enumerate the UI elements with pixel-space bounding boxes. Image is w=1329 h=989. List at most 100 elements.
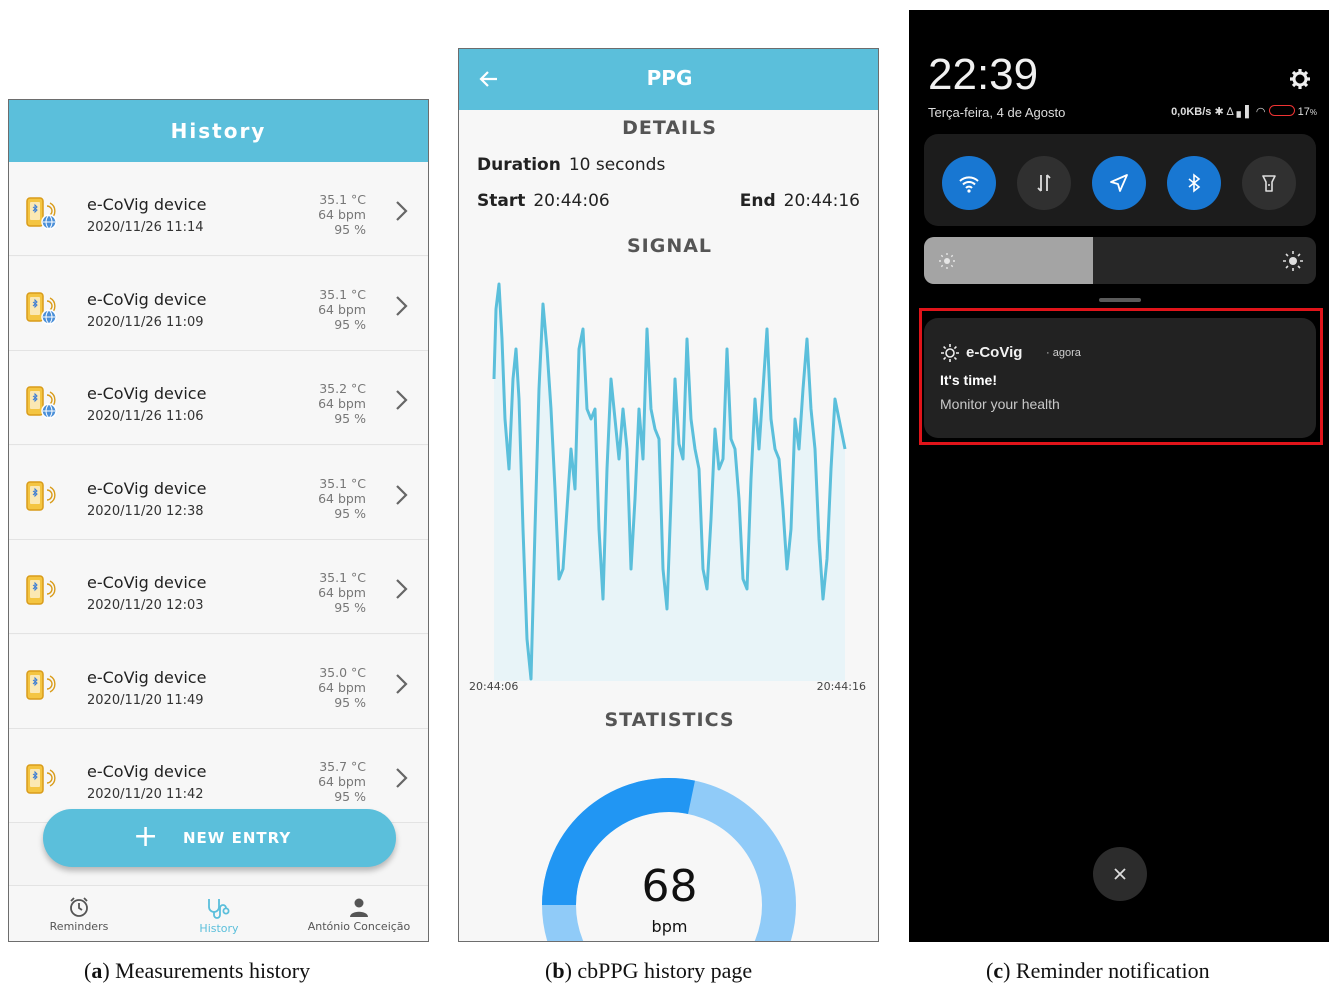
battery-level: 17 <box>1297 106 1310 118</box>
location-arrow-icon <box>1110 174 1128 192</box>
caption-b: (b) cbPPG history page <box>545 958 753 983</box>
entry-temperature: 35.2 °C <box>319 381 366 396</box>
entry-device-name: e-CoVig device <box>87 384 207 403</box>
chevron-right-icon <box>396 201 408 221</box>
device-icon <box>26 764 56 794</box>
entry-temperature: 35.7 °C <box>319 759 366 774</box>
chevron-right-icon <box>396 673 408 694</box>
entry-heart-rate: 64 bpm <box>318 774 366 789</box>
stethoscope-icon <box>208 899 230 919</box>
network-speed: 0,0KB/s <box>1171 106 1212 118</box>
start-value: 20:44:06 <box>533 191 610 211</box>
clear-notifications-button[interactable] <box>1093 847 1147 901</box>
mute-bell-icon: ∆ <box>1226 106 1234 118</box>
device-globe-icon <box>26 386 57 419</box>
settings-gear-icon[interactable] <box>1289 68 1311 90</box>
wifi-toggle[interactable] <box>942 156 996 210</box>
entry-values: 35.7 °C 64 bpm 95 % <box>318 759 366 804</box>
entry-heart-rate: 64 bpm <box>318 679 366 695</box>
entry-heart-rate: 64 bpm <box>318 396 366 411</box>
device-globe-icon <box>26 197 57 230</box>
nav-profile[interactable]: António Conceição <box>299 886 419 941</box>
wifi-icon <box>959 176 979 193</box>
end-label: End <box>739 191 776 211</box>
clock: 22:39 <box>928 50 1039 99</box>
nav-history-label: History <box>199 922 239 935</box>
nav-profile-label: António Conceição <box>307 920 411 933</box>
entry-device-name: e-CoVig device <box>87 195 207 214</box>
ppg-screen: PPG DETAILS Duration 10 seconds Start 20:4… <box>458 48 879 942</box>
entry-spo2: 95 % <box>334 505 366 521</box>
brightness-low-icon <box>939 253 955 269</box>
entry-device-name: e-CoVig device <box>87 289 207 309</box>
start-label: Start <box>477 191 526 211</box>
bluetooth-icon <box>1188 173 1201 193</box>
nav-reminders-label: Reminders <box>49 920 109 933</box>
history-entry[interactable]: e-CoVig device 2020/11/20 11:49 35.0 °C … <box>9 634 428 729</box>
nav-history[interactable]: History <box>169 886 269 941</box>
entry-spo2: 95 % <box>334 789 366 804</box>
end-value: 20:44:16 <box>783 191 860 211</box>
bluetooth-toggle[interactable] <box>1167 156 1221 210</box>
ppg-header: PPG <box>459 49 878 110</box>
highlight-box <box>919 308 1323 445</box>
bottom-navigation: Reminders History António Conceição <box>9 885 428 941</box>
entry-device-name: e-CoVig device <box>87 762 207 781</box>
bpm-value: 68 <box>641 861 698 912</box>
entry-device-name: e-CoVig device <box>87 573 207 592</box>
entry-temperature: 35.1 °C <box>319 570 366 585</box>
battery-percent-sign: % <box>1309 108 1317 117</box>
bpm-donut-chart <box>542 778 796 941</box>
entry-heart-rate: 64 bpm <box>318 301 366 317</box>
history-entry[interactable]: e-CoVig device 2020/11/26 11:09 35.1 °C … <box>9 256 428 351</box>
close-icon <box>1114 868 1126 880</box>
plus-icon: + <box>133 819 159 854</box>
entry-values: 35.0 °C 64 bpm 95 % <box>318 665 366 710</box>
entry-date: 2020/11/20 11:49 <box>87 692 204 708</box>
entry-heart-rate: 64 bpm <box>318 585 366 600</box>
signal-end-time: 20:44:16 <box>816 680 866 693</box>
bluetooth-status-icon: ✱ <box>1214 106 1224 118</box>
caption-a: (a) Measurements history <box>84 958 311 983</box>
history-entry[interactable]: e-CoVig device 2020/11/26 11:06 35.2 °C … <box>9 351 428 445</box>
location-toggle[interactable] <box>1092 156 1146 210</box>
data-transfer-icon <box>1037 174 1051 192</box>
details-heading: DETAILS <box>622 117 717 139</box>
history-entry[interactable]: e-CoVig device 2020/11/20 12:38 35.1 °C … <box>9 445 428 540</box>
entry-spo2: 95 % <box>334 694 366 710</box>
wifi-status-icon: ◠ <box>1255 106 1266 118</box>
shade-drag-handle[interactable] <box>1099 298 1141 302</box>
brightness-high-icon <box>1283 251 1303 271</box>
entry-date: 2020/11/26 11:09 <box>87 314 204 330</box>
battery-icon <box>1268 105 1295 116</box>
entry-values: 35.1 °C 64 bpm 95 % <box>318 287 366 332</box>
new-entry-label: NEW ENTRY <box>183 829 292 847</box>
signal-start-time: 20:44:06 <box>469 680 519 693</box>
history-title: History <box>9 100 428 162</box>
start-row: Start 20:44:06 <box>477 191 610 211</box>
entry-temperature: 35.1 °C <box>319 475 366 491</box>
end-row: End 20:44:16 <box>740 191 860 211</box>
history-entry[interactable]: e-CoVig device 2020/11/26 11:14 35.1 °C … <box>9 162 428 256</box>
person-icon <box>350 898 368 917</box>
ppg-title: PPG <box>646 66 693 90</box>
history-entry[interactable]: e-CoVig device 2020/11/20 12:03 35.1 °C … <box>9 540 428 634</box>
brightness-slider[interactable] <box>924 237 1316 284</box>
entry-values: 35.2 °C 64 bpm 95 % <box>318 381 366 426</box>
mobile-data-toggle[interactable] <box>1017 156 1071 210</box>
new-entry-button[interactable]: + NEW ENTRY <box>43 809 396 867</box>
device-globe-icon <box>26 291 57 325</box>
status-bar: 0,0KB/s ✱ ∆ ▖▌ ◠ 17% <box>1171 105 1317 118</box>
signal-bars-icon: ▖▌ <box>1236 106 1253 118</box>
duration-row: Duration 10 seconds <box>477 155 665 175</box>
entry-values: 35.1 °C 64 bpm 95 % <box>318 570 366 615</box>
statistics-heading: STATISTICS <box>604 709 735 731</box>
entry-heart-rate: 64 bpm <box>318 490 366 506</box>
entry-values: 35.1 °C 64 bpm 95 % <box>318 476 366 521</box>
chevron-right-icon <box>396 484 408 505</box>
device-icon <box>26 480 56 511</box>
ppg-signal-chart <box>492 282 847 681</box>
flashlight-toggle[interactable] <box>1242 156 1296 210</box>
nav-reminders[interactable]: Reminders <box>29 886 129 941</box>
caption-c: (c) Reminder notification <box>986 958 1210 983</box>
